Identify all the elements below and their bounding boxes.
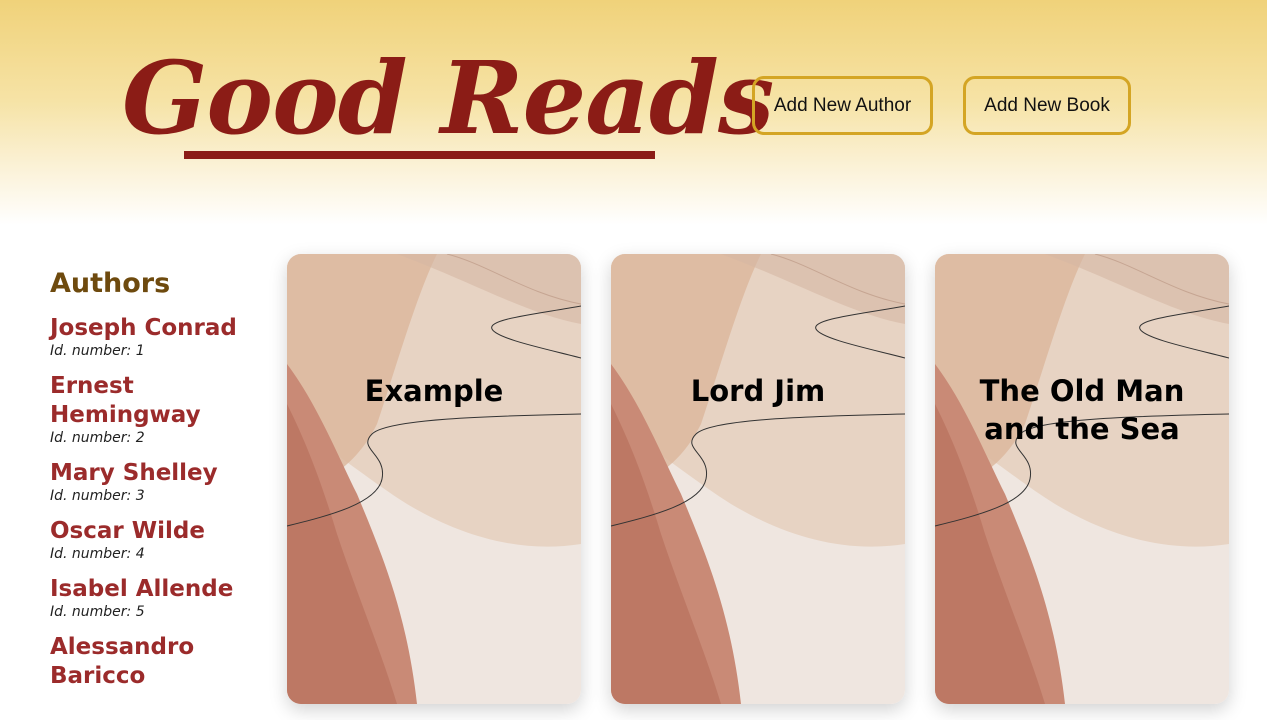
author-name[interactable]: Joseph Conrad bbox=[50, 314, 265, 343]
author-name[interactable]: Alessandro Baricco bbox=[50, 633, 265, 691]
authors-heading: Authors bbox=[50, 268, 171, 299]
authors-sidebar: Authors Joseph Conrad Id. number: 1 Erne… bbox=[50, 268, 265, 703]
add-author-button[interactable]: Add New Author bbox=[752, 76, 933, 135]
author-item[interactable]: Alessandro Baricco bbox=[50, 633, 265, 691]
book-cover-art bbox=[935, 254, 1229, 704]
logo[interactable]: Good Reads bbox=[122, 48, 774, 148]
author-id: Id. number: 1 bbox=[50, 343, 145, 360]
book-title: Example bbox=[364, 374, 504, 408]
author-name[interactable]: Isabel Allende bbox=[50, 575, 265, 604]
author-item[interactable]: Oscar Wilde Id. number: 4 bbox=[50, 517, 265, 563]
author-name[interactable]: Oscar Wilde bbox=[50, 517, 265, 546]
book-title: The Old Man and the Sea bbox=[979, 374, 1185, 446]
book-title: Lord Jim bbox=[690, 374, 826, 408]
author-id: Id. number: 2 bbox=[50, 430, 145, 447]
author-name[interactable]: Ernest Hemingway bbox=[50, 372, 265, 430]
author-item[interactable]: Isabel Allende Id. number: 5 bbox=[50, 575, 265, 621]
author-id: Id. number: 5 bbox=[50, 604, 145, 621]
author-name[interactable]: Mary Shelley bbox=[50, 459, 265, 488]
author-item[interactable]: Joseph Conrad Id. number: 1 bbox=[50, 314, 265, 360]
author-item[interactable]: Ernest Hemingway Id. number: 2 bbox=[50, 372, 265, 447]
book-cover-art bbox=[611, 254, 905, 704]
author-id: Id. number: 3 bbox=[50, 488, 145, 505]
author-item[interactable]: Mary Shelley Id. number: 3 bbox=[50, 459, 265, 505]
add-book-button[interactable]: Add New Book bbox=[963, 76, 1131, 135]
book-card[interactable]: Example bbox=[287, 254, 581, 704]
header: Good Reads Add New Author Add New Book bbox=[0, 0, 1267, 225]
author-id: Id. number: 4 bbox=[50, 546, 145, 563]
book-cover-art bbox=[287, 254, 581, 704]
book-card[interactable]: Lord Jim bbox=[611, 254, 905, 704]
book-card[interactable]: The Old Man and the Sea bbox=[935, 254, 1229, 704]
logo-underline bbox=[184, 151, 655, 159]
